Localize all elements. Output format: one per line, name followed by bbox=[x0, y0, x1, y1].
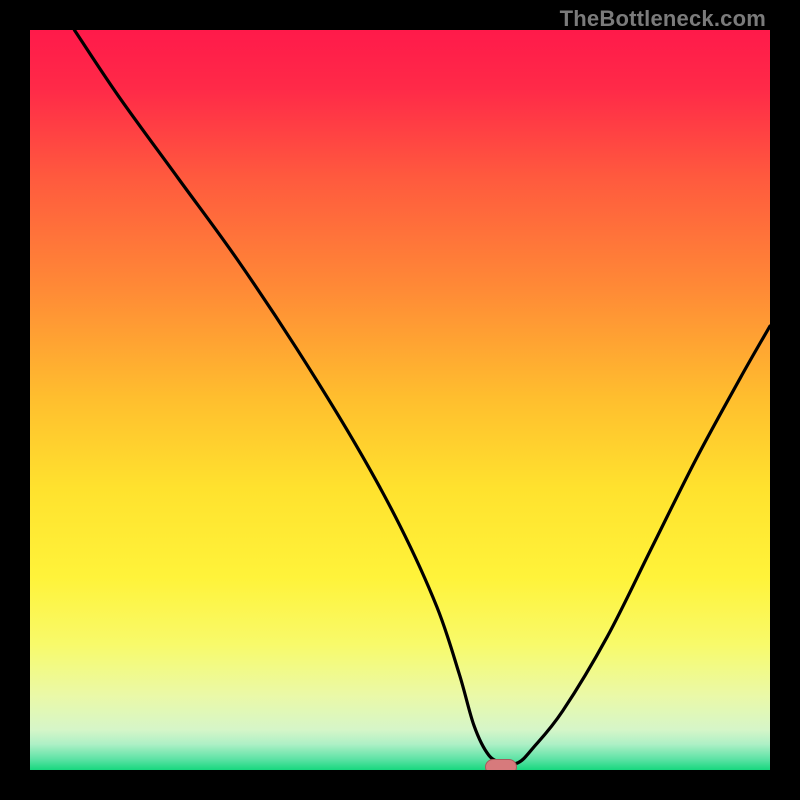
watermark-text: TheBottleneck.com bbox=[560, 6, 766, 32]
optimal-marker bbox=[485, 759, 517, 770]
chart-frame: TheBottleneck.com bbox=[0, 0, 800, 800]
bottleneck-curve bbox=[30, 30, 770, 770]
plot-area bbox=[30, 30, 770, 770]
